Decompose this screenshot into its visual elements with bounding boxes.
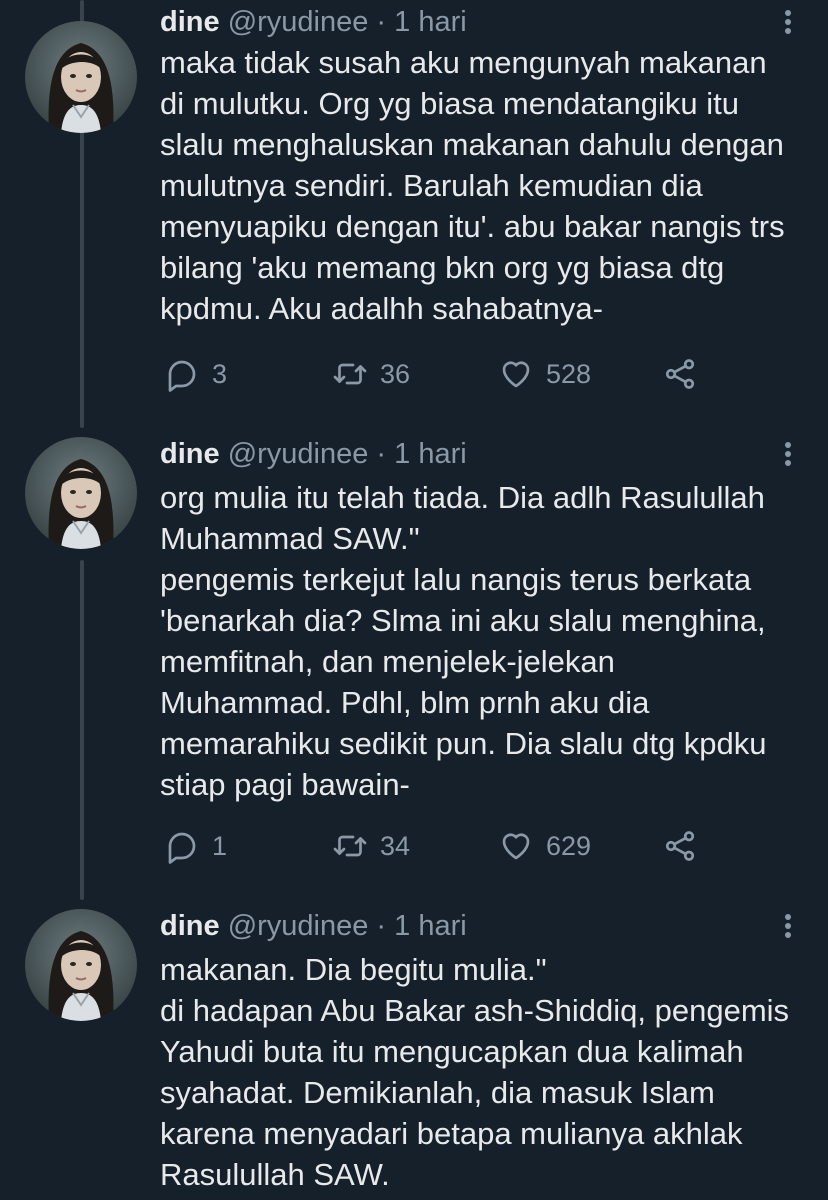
tweet-line: pengemis terkejut lalu nangis terus berk… <box>160 562 752 597</box>
retweet-count: 36 <box>380 358 411 389</box>
avatar[interactable] <box>25 437 137 549</box>
tweet-line: stiap pagi bawain- <box>160 767 410 802</box>
tweet-header: dine @ryudinee · 1 hari <box>160 4 467 40</box>
tweet-line: bilang 'aku memang bkn org yg biasa dtg <box>160 250 725 285</box>
like-count: 528 <box>546 358 592 389</box>
tweet-line: Rasulullah SAW. <box>160 1157 390 1192</box>
retweet-button[interactable]: 36 <box>332 354 410 394</box>
tweet-line: Muhammad SAW." <box>160 521 420 556</box>
handle-and-time[interactable]: @ryudinee · 1 hari <box>228 6 467 38</box>
share-button[interactable] <box>662 826 710 866</box>
tweet-text: org mulia itu telah tiada. Dia adlh Rasu… <box>160 477 820 805</box>
more-vertical-icon[interactable] <box>776 436 800 472</box>
tweet-line: maka tidak susah aku mengunyah makanan <box>160 45 767 80</box>
tweet-line: kpdmu. Aku adalhh sahabatnya- <box>160 291 603 326</box>
reply-count: 3 <box>212 358 228 389</box>
tweet-header: dine @ryudinee · 1 hari <box>160 908 467 944</box>
handle-and-time[interactable]: @ryudinee · 1 hari <box>228 438 467 470</box>
reply-icon <box>168 360 196 392</box>
tweet-line: Yahudi buta itu mengucapkan dua kalimah <box>160 1034 744 1069</box>
tweet-actions: 1 34 629 <box>160 826 720 866</box>
tweet-text: makanan. Dia begitu mulia." di hadapan A… <box>160 949 820 1195</box>
tweet-3[interactable]: dine @ryudinee · 1 hari makanan. Dia beg… <box>0 904 828 1200</box>
reply-button[interactable]: 3 <box>164 354 227 394</box>
heart-icon <box>502 361 530 388</box>
tweet-line: org mulia itu telah tiada. Dia adlh Rasu… <box>160 480 765 515</box>
display-name[interactable]: dine <box>160 6 220 38</box>
tweet-line: 'benarkah dia? Slma ini aku slalu menghi… <box>160 603 766 638</box>
retweet-icon <box>333 835 367 857</box>
display-name[interactable]: dine <box>160 438 220 470</box>
retweet-button[interactable]: 34 <box>332 826 410 866</box>
tweet-line: syahadat. Demikianlah, dia masuk Islam <box>160 1075 715 1110</box>
share-icon <box>665 831 695 861</box>
heart-icon <box>502 833 530 860</box>
handle-and-time[interactable]: @ryudinee · 1 hari <box>228 910 467 942</box>
reply-icon <box>168 832 196 864</box>
retweet-count: 34 <box>380 830 411 861</box>
tweet-line: slalu menghaluskan makanan dahulu dengan <box>160 127 784 162</box>
tweet-actions: 3 36 528 <box>160 354 720 394</box>
reply-count: 1 <box>212 830 228 861</box>
like-button[interactable]: 629 <box>498 826 591 866</box>
share-icon <box>665 359 695 389</box>
more-vertical-icon[interactable] <box>776 4 800 40</box>
tweet-header: dine @ryudinee · 1 hari <box>160 436 467 472</box>
tweet-line: menyuapiku dengan itu'. abu bakar nangis… <box>160 209 785 244</box>
tweet-2[interactable]: dine @ryudinee · 1 hari org mulia itu te… <box>0 432 828 872</box>
tweet-line: memfitnah, dan menjelek-jelekan <box>160 644 615 679</box>
avatar[interactable] <box>25 21 137 133</box>
tweet-text: maka tidak susah aku mengunyah makanan d… <box>160 42 820 329</box>
tweet-line: memarahiku sedikit pun. Dia slalu dtg kp… <box>160 726 767 761</box>
tweet-line: karena menyadari betapa mulianya akhlak <box>160 1116 743 1151</box>
tweet-1[interactable]: dine @ryudinee · 1 hari maka tidak susah… <box>0 0 828 420</box>
reply-button[interactable]: 1 <box>164 826 227 866</box>
tweet-line: Muhammad. Pdhl, blm prnh aku dia <box>160 685 650 720</box>
display-name[interactable]: dine <box>160 910 220 942</box>
tweet-line: mulutnya sendiri. Barulah kemudian dia <box>160 168 703 203</box>
like-button[interactable]: 528 <box>498 354 591 394</box>
tweet-line: makanan. Dia begitu mulia." <box>160 952 547 987</box>
share-button[interactable] <box>662 354 710 394</box>
tweet-line: di hadapan Abu Bakar ash-Shiddiq, pengem… <box>160 993 790 1028</box>
avatar[interactable] <box>25 909 137 1021</box>
like-count: 629 <box>546 830 592 861</box>
retweet-icon <box>333 363 367 385</box>
tweet-line: di mulutku. Org yg biasa mendatangiku it… <box>160 86 739 121</box>
more-vertical-icon[interactable] <box>776 908 800 944</box>
